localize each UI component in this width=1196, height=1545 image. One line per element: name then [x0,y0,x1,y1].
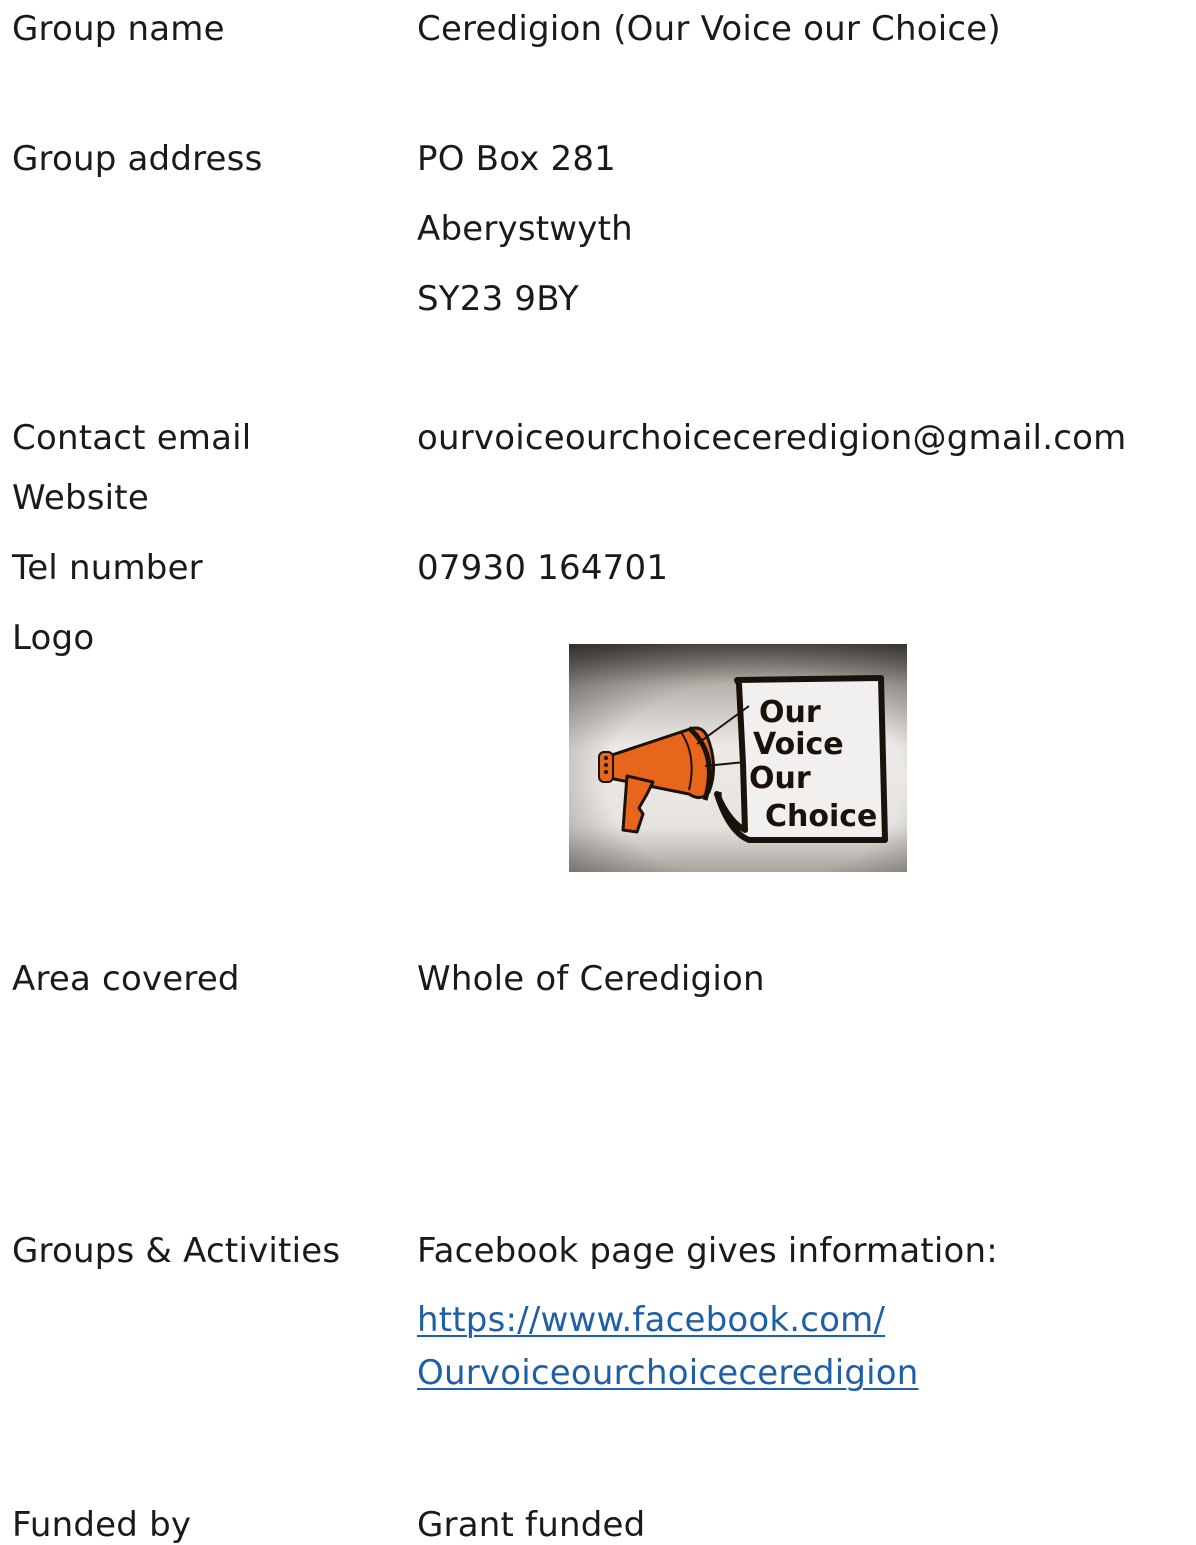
funded-by-label: Funded by [12,1505,192,1545]
tel-number-value: 07930 164701 [417,548,669,588]
logo-text-our: Our [759,695,821,730]
area-covered-value: Whole of Ceredigion [417,959,765,999]
address-line-1: PO Box 281 [417,139,616,179]
facebook-link-line-1[interactable]: https://www.facebook.com/ [417,1300,885,1340]
contact-email-value: ourvoiceourchoiceceredigion@gmail.com [417,418,1127,458]
facebook-link-line-2[interactable]: Ourvoiceourchoiceceredigion [417,1353,919,1393]
group-address-label: Group address [12,139,263,179]
area-covered-label: Area covered [12,959,240,999]
tel-number-label: Tel number [12,548,203,588]
logo-text-our-2: Our [749,761,811,796]
funded-by-value: Grant funded [417,1505,646,1545]
logo-text-voice: Voice [753,727,844,762]
logo-label: Logo [12,618,95,658]
logo-text-choice: Choice [765,799,877,834]
group-name-label: Group name [12,9,225,49]
groups-activities-label: Groups & Activities [12,1231,341,1271]
contact-email-label: Contact email [12,418,252,458]
groups-activities-intro: Facebook page gives information: [417,1231,998,1271]
website-label: Website [12,478,149,518]
address-line-3: SY23 9BY [417,279,579,319]
group-name-value: Ceredigion (Our Voice our Choice) [417,9,1001,49]
address-line-2: Aberystwyth [417,209,633,249]
logo-image: Our Voice Our Choice [569,644,907,872]
